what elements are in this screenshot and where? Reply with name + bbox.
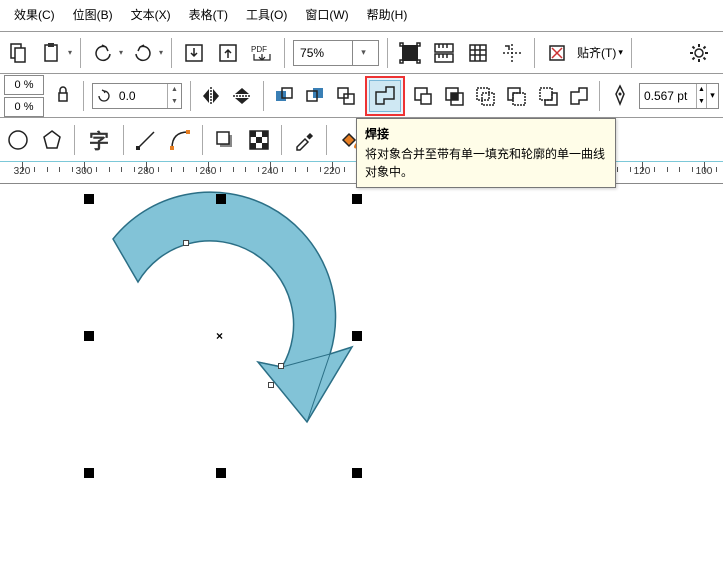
weld-tooltip: 焊接 将对象合并至带有单一填充和轮廓的单一曲线对象中。 (356, 118, 616, 188)
selection-handle[interactable] (84, 194, 94, 204)
chevron-down-icon[interactable]: ▾ (68, 48, 72, 57)
polygon-icon[interactable] (38, 126, 66, 154)
selection-handle[interactable] (216, 468, 226, 478)
pdf-icon[interactable]: PDF (248, 39, 276, 67)
transparency-icon[interactable] (245, 126, 273, 154)
drawing-canvas[interactable]: × (0, 184, 723, 584)
outline-spinner[interactable]: ▲▼ (696, 84, 706, 108)
import-icon[interactable] (180, 39, 208, 67)
chevron-down-icon[interactable]: ▾ (159, 48, 163, 57)
scale-x-field[interactable]: 0 % (4, 75, 44, 95)
scale-y-field[interactable]: 0 % (4, 97, 44, 117)
guides-icon[interactable] (498, 39, 526, 67)
line-tool-icon[interactable] (132, 126, 160, 154)
rotate-icon (93, 88, 115, 104)
center-marker: × (216, 331, 226, 341)
pen-icon[interactable] (608, 82, 633, 110)
tooltip-title: 焊接 (365, 125, 607, 143)
paste-icon[interactable] (38, 39, 66, 67)
menu-effects[interactable]: 效果(C) (14, 6, 55, 23)
ruler-label: 100 (696, 166, 713, 177)
shape-node[interactable] (268, 382, 274, 388)
eyedropper-icon[interactable] (290, 126, 318, 154)
outline-width-input[interactable]: ▲▼ ▾ (639, 83, 719, 109)
chevron-down-icon[interactable]: ▾ (706, 84, 718, 108)
menu-tools[interactable]: 工具(O) (246, 6, 287, 23)
back-minus-front-icon[interactable] (535, 82, 560, 110)
ruler-label: 320 (14, 166, 31, 177)
toolbar-properties: 0 % 0 % ▲▼ ▲▼ ▾ (0, 74, 723, 118)
ruler-label: 260 (200, 166, 217, 177)
selection-handle[interactable] (352, 468, 362, 478)
rotation-field[interactable] (115, 89, 167, 103)
menu-table[interactable]: 表格(T) (189, 6, 228, 23)
copy-icon[interactable] (4, 39, 32, 67)
weld-icon[interactable] (372, 83, 398, 109)
order-icon[interactable] (334, 82, 359, 110)
front-minus-back-icon[interactable] (504, 82, 529, 110)
menu-bar: 效果(C) 位图(B) 文本(X) 表格(T) 工具(O) 窗口(W) 帮助(H… (0, 0, 723, 32)
chevron-down-icon[interactable]: ▾ (119, 48, 123, 57)
rotation-spinner[interactable]: ▲▼ (167, 84, 181, 108)
menu-window[interactable]: 窗口(W) (305, 6, 348, 23)
outline-width-field[interactable] (640, 89, 696, 103)
ruler-label: 300 (76, 166, 93, 177)
zoom-field[interactable] (294, 46, 352, 60)
align-front-icon[interactable] (272, 82, 297, 110)
shadow-icon[interactable] (211, 126, 239, 154)
flip-vertical-icon[interactable] (230, 82, 255, 110)
ruler-label: 220 (324, 166, 341, 177)
selection-handle[interactable] (84, 468, 94, 478)
ruler-label: 280 (138, 166, 155, 177)
selection-handle[interactable] (84, 331, 94, 341)
selection-handle[interactable] (352, 194, 362, 204)
rotation-input[interactable]: ▲▼ (92, 83, 182, 109)
shape-node[interactable] (278, 363, 284, 369)
ruler-label: 240 (262, 166, 279, 177)
export-icon[interactable] (214, 39, 242, 67)
fullscreen-icon[interactable] (396, 39, 424, 67)
menu-text[interactable]: 文本(X) (131, 6, 171, 23)
menu-bitmap[interactable]: 位图(B) (73, 6, 113, 23)
zoom-input[interactable]: ▾ (293, 40, 379, 66)
snap-label: 贴齐(T) (577, 44, 616, 61)
selection-handle[interactable] (352, 331, 362, 341)
lock-ratio-icon[interactable] (50, 82, 75, 110)
shape-node[interactable] (183, 240, 189, 246)
scale-percent: 0 % 0 % (4, 75, 44, 117)
selection-handle[interactable] (216, 194, 226, 204)
simplify-icon[interactable] (473, 82, 498, 110)
ruler-label: 120 (634, 166, 651, 177)
undo-icon[interactable] (89, 39, 117, 67)
chevron-down-icon[interactable]: ▾ (618, 47, 623, 58)
arrow-shape[interactable] (0, 184, 723, 584)
align-back-icon[interactable] (303, 82, 328, 110)
toolbar-shapes: 字 焊接 将对象合并至带有单一填充和轮廓的单一曲线对象中。 (0, 118, 723, 162)
bezier-tool-icon[interactable] (166, 126, 194, 154)
toolbar-main: ▾ ▾ ▾ PDF ▾ 贴齐(T) ▾ (0, 32, 723, 74)
gear-icon[interactable] (685, 39, 713, 67)
menu-help[interactable]: 帮助(H) (367, 6, 408, 23)
snap-dropdown[interactable]: 贴齐(T) ▾ (577, 44, 623, 61)
redo-icon[interactable] (129, 39, 157, 67)
text-tool-icon[interactable]: 字 (83, 126, 115, 154)
delete-icon[interactable] (543, 39, 571, 67)
ellipse-icon[interactable] (4, 126, 32, 154)
chevron-down-icon[interactable]: ▾ (352, 41, 374, 65)
trim-icon[interactable] (411, 82, 436, 110)
rulers-icon[interactable] (430, 39, 458, 67)
svg-text:PDF: PDF (251, 45, 267, 54)
grid-icon[interactable] (464, 39, 492, 67)
tooltip-body: 将对象合并至带有单一填充和轮廓的单一曲线对象中。 (365, 147, 605, 179)
intersect-icon[interactable] (442, 82, 467, 110)
weld-button-highlight (365, 76, 405, 116)
boundary-icon[interactable] (566, 82, 591, 110)
flip-horizontal-icon[interactable] (199, 82, 224, 110)
